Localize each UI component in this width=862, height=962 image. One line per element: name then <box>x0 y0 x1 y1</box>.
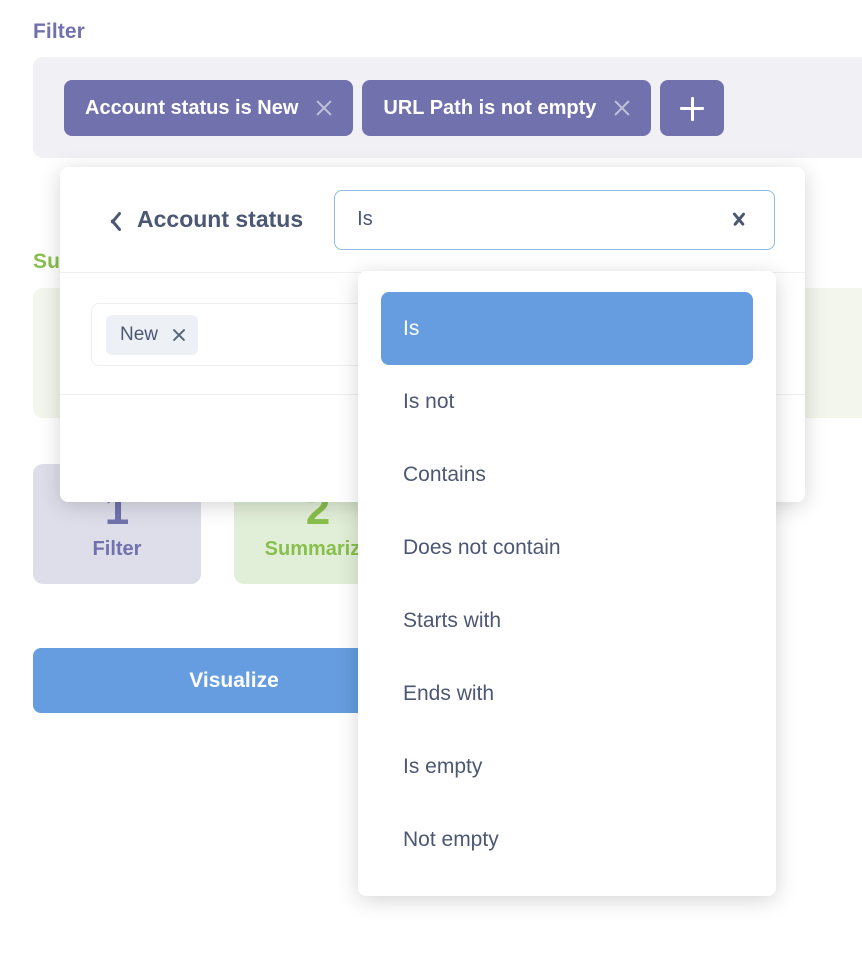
filter-bar: Account status is New URL Path is not em… <box>33 57 862 158</box>
operator-option-label: Is not <box>403 389 455 413</box>
operator-option-not-empty[interactable]: Not empty <box>381 803 753 876</box>
filter-popover-header: Account status Is <box>60 167 805 273</box>
operator-option-label: Is empty <box>403 754 483 778</box>
operator-option-label: Not empty <box>403 827 499 851</box>
filter-chip-url-path[interactable]: URL Path is not empty <box>362 80 652 136</box>
filter-chip-account-status[interactable]: Account status is New <box>64 80 354 136</box>
operator-option-is-empty[interactable]: Is empty <box>381 730 753 803</box>
operator-select-value: Is <box>357 208 373 230</box>
operator-option-label: Contains <box>403 462 486 486</box>
close-icon[interactable] <box>314 98 334 118</box>
operator-option-is-not[interactable]: Is not <box>381 365 753 438</box>
operator-option-starts-with[interactable]: Starts with <box>381 584 753 657</box>
operator-option-label: Is <box>403 316 420 340</box>
operator-option-ends-with[interactable]: Ends with <box>381 657 753 730</box>
chevron-down-icon <box>727 213 753 227</box>
step-label: Filter <box>92 537 142 560</box>
operator-option-does-not-contain[interactable]: Does not contain <box>381 511 753 584</box>
operator-option-label: Does not contain <box>403 535 561 559</box>
operator-option-contains[interactable]: Contains <box>381 438 753 511</box>
filter-chip-label: URL Path is not empty <box>383 96 597 119</box>
value-token-new[interactable]: New <box>106 314 199 355</box>
page-title-filter: Filter <box>33 20 85 43</box>
operator-option-label: Starts with <box>403 608 502 632</box>
close-icon[interactable] <box>171 327 187 343</box>
value-token-label: New <box>120 323 159 345</box>
filter-chip-label: Account status is New <box>85 96 299 119</box>
filter-builder-page: Filter Account status is New URL Path is… <box>0 0 862 962</box>
close-icon[interactable] <box>612 98 632 118</box>
operator-option-is[interactable]: Is <box>381 292 753 365</box>
filter-field-title: Account status <box>137 206 304 232</box>
step-label: Summarize <box>264 537 372 560</box>
operator-select[interactable]: Is <box>334 189 775 250</box>
plus-icon[interactable] <box>660 80 725 136</box>
chevron-left-icon[interactable] <box>100 209 122 231</box>
operator-option-label: Ends with <box>403 681 495 705</box>
operator-dropdown-list: Is Is not Contains Does not contain Star… <box>358 271 776 896</box>
